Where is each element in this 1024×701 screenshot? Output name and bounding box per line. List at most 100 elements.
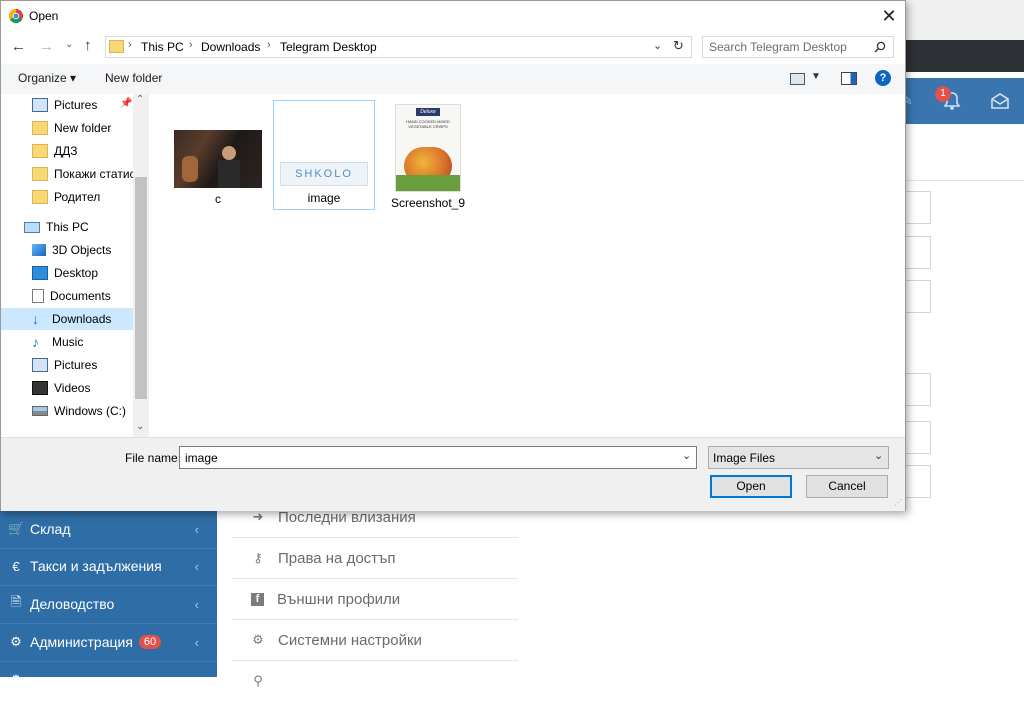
sidebar-item-administration[interactable]: ⚙ Администрация 60 ‹ bbox=[0, 623, 217, 662]
sidebar-item-label: Администрация bbox=[30, 634, 133, 650]
package-text: HAND COOKED MIXED VEGETABLE CRISPS bbox=[406, 119, 450, 129]
breadcrumb-separator-icon: › bbox=[267, 39, 271, 51]
sidebar-item-records[interactable]: 🗎 Деловодство ‹ bbox=[0, 585, 217, 624]
nav-item-pictures[interactable]: Pictures bbox=[1, 354, 133, 376]
help-icon[interactable]: ? bbox=[875, 70, 891, 86]
search-placeholder: Search Telegram Desktop bbox=[709, 40, 847, 54]
gears-icon: ⚙ bbox=[252, 632, 264, 647]
open-dialog: Open ✕ ← → ⌄ ↑ › This PC › Downloads › T… bbox=[0, 0, 906, 511]
search-icon: ⚲ bbox=[253, 673, 263, 688]
menu-item-access-rights[interactable]: ⚷ Права на достъп bbox=[232, 538, 518, 579]
nav-item-windows-c[interactable]: Windows (C:) bbox=[1, 400, 133, 422]
divider bbox=[905, 180, 1024, 181]
file-type-select[interactable]: Image Files ⌄ bbox=[708, 446, 889, 469]
menu-item-system-settings[interactable]: ⚙ Системни настройки bbox=[232, 620, 518, 661]
form-field[interactable] bbox=[905, 465, 931, 498]
open-button[interactable]: Open bbox=[710, 475, 792, 498]
preview-pane-icon[interactable] bbox=[841, 72, 857, 85]
resize-grip-icon[interactable]: ⋰ bbox=[894, 498, 902, 507]
videos-icon bbox=[32, 381, 48, 395]
forward-arrow-icon[interactable]: → bbox=[39, 38, 54, 55]
file-name-input[interactable]: image ⌄ bbox=[179, 446, 697, 469]
video-thumbnail bbox=[174, 130, 262, 188]
file-name-dropdown-icon[interactable]: ⌄ bbox=[682, 449, 691, 462]
pictures-icon bbox=[32, 358, 48, 372]
nav-item-label: Windows (C:) bbox=[54, 404, 127, 418]
view-dropdown-icon[interactable]: ▼ bbox=[811, 71, 821, 82]
nav-item-documents[interactable]: Documents bbox=[1, 285, 133, 307]
up-arrow-icon[interactable]: ↑ bbox=[84, 37, 92, 54]
documents-icon bbox=[32, 289, 44, 303]
sidebar-item-sklad[interactable]: 🛒 Склад ‹ bbox=[0, 510, 217, 549]
this-pc-icon bbox=[24, 221, 40, 233]
scroll-up-icon[interactable]: ⌃ bbox=[136, 94, 144, 105]
nav-item-videos[interactable]: Videos bbox=[1, 377, 133, 399]
nav-item-3d-objects[interactable]: 3D Objects bbox=[1, 239, 133, 261]
menu-item-partial[interactable]: ⚲ bbox=[232, 661, 518, 701]
nav-item-label: Покажи статисти bbox=[54, 167, 133, 181]
form-field[interactable] bbox=[905, 236, 931, 269]
form-field[interactable] bbox=[905, 191, 931, 224]
close-icon: ✕ bbox=[881, 6, 897, 26]
command-bar: Organize ▾ New folder ▼ ? bbox=[1, 64, 905, 95]
organize-button[interactable]: Organize ▾ bbox=[18, 71, 76, 85]
search-input[interactable]: Search Telegram Desktop bbox=[702, 36, 894, 58]
form-field[interactable] bbox=[905, 421, 931, 454]
file-name: Screenshot_9 bbox=[390, 196, 466, 210]
sidebar-item-partial[interactable]: ⚙ bbox=[0, 661, 217, 699]
file-item[interactable]: c bbox=[168, 130, 268, 206]
nav-item-label: ДДЗ bbox=[54, 144, 78, 158]
file-name-value: image bbox=[185, 451, 218, 465]
new-folder-button[interactable]: New folder bbox=[105, 71, 162, 85]
search-icon bbox=[874, 41, 886, 53]
folder-icon bbox=[32, 190, 48, 204]
sidebar-item-taxes[interactable]: € Такси и задължения ‹ bbox=[0, 547, 217, 586]
title-bar: Open ✕ bbox=[1, 1, 905, 31]
breadcrumb-downloads[interactable]: Downloads bbox=[201, 40, 260, 54]
form-field[interactable] bbox=[905, 280, 931, 313]
breadcrumb-this-pc[interactable]: This PC bbox=[141, 40, 184, 54]
mail-icon[interactable] bbox=[990, 93, 1010, 109]
menu-item-label: Права на достъп bbox=[278, 549, 396, 567]
nav-item-downloads[interactable]: ↓ Downloads bbox=[1, 308, 133, 330]
drive-icon bbox=[32, 406, 48, 416]
file-list: c SHKOLO image Deluxe HAND COOKED MIXED … bbox=[150, 94, 905, 437]
key-icon: ⚷ bbox=[253, 550, 263, 565]
form-field[interactable] bbox=[905, 373, 931, 406]
file-type-value: Image Files bbox=[713, 451, 776, 465]
address-dropdown-icon[interactable]: ⌄ bbox=[653, 39, 662, 52]
cancel-button[interactable]: Cancel bbox=[806, 475, 888, 498]
scrollbar-thumb[interactable] bbox=[135, 177, 147, 399]
file-item[interactable]: Deluxe HAND COOKED MIXED VEGETABLE CRISP… bbox=[378, 104, 478, 210]
folder-icon bbox=[32, 121, 48, 135]
nav-item-this-pc[interactable]: This PC bbox=[1, 216, 133, 238]
sidebar-item-label: Деловодство bbox=[30, 596, 115, 612]
nav-item-parent[interactable]: Родител bbox=[1, 186, 133, 208]
chevron-left-icon: ‹ bbox=[194, 521, 199, 537]
pin-icon[interactable]: 📌 bbox=[120, 98, 132, 109]
gears-icon: ⚙ bbox=[10, 634, 22, 649]
nav-item-pictures-quick[interactable]: Pictures 📌 bbox=[1, 94, 133, 116]
nav-item-ddz[interactable]: ДДЗ bbox=[1, 140, 133, 162]
nav-item-music[interactable]: ♪ Music bbox=[1, 331, 133, 353]
address-bar[interactable]: › This PC › Downloads › Telegram Desktop… bbox=[105, 36, 692, 58]
close-button[interactable]: ✕ bbox=[873, 4, 905, 28]
back-arrow-icon[interactable]: ← bbox=[11, 38, 26, 55]
folder-icon bbox=[32, 167, 48, 181]
breadcrumb-telegram-desktop[interactable]: Telegram Desktop bbox=[280, 40, 377, 54]
scroll-down-icon[interactable]: ⌄ bbox=[136, 421, 144, 432]
sidebar-item-label: Такси и задължения bbox=[30, 558, 162, 574]
chevron-left-icon: ‹ bbox=[194, 634, 199, 650]
menu-item-external-profiles[interactable]: f Външни профили bbox=[232, 579, 518, 620]
facebook-icon: f bbox=[251, 592, 264, 606]
file-item-selected[interactable]: SHKOLO image bbox=[273, 100, 375, 210]
recent-locations-chevron-icon[interactable]: ⌄ bbox=[65, 39, 73, 50]
nav-item-desktop[interactable]: Desktop bbox=[1, 262, 133, 284]
nav-item-stats[interactable]: Покажи статисти bbox=[1, 163, 133, 185]
refresh-icon[interactable]: ↻ bbox=[673, 38, 684, 54]
nav-item-new-folder[interactable]: New folder bbox=[1, 117, 133, 139]
nav-item-label: Desktop bbox=[54, 266, 99, 280]
view-options-icon[interactable] bbox=[790, 73, 805, 85]
breadcrumb-separator-icon: › bbox=[128, 39, 132, 51]
nav-item-label: This PC bbox=[46, 220, 89, 234]
